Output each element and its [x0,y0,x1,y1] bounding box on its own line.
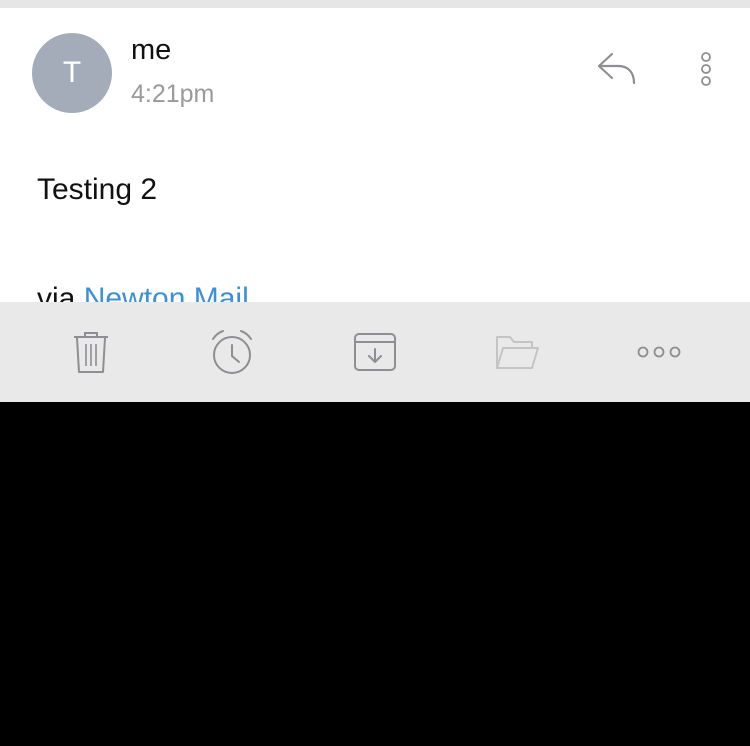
delete-button[interactable] [68,328,114,376]
more-horizontal-icon [637,346,681,358]
archive-button[interactable] [352,328,398,376]
snooze-button[interactable] [209,328,255,376]
toolbar-more-button[interactable] [636,328,682,376]
message-more-button[interactable] [695,50,717,90]
avatar[interactable]: T [32,33,112,113]
archive-icon [354,333,396,371]
sender-name[interactable]: me [131,34,171,67]
top-divider [0,0,750,8]
signature: via Newton Mail [37,282,249,302]
screen: T me 4:21pm Testing 2 via Newton Mail [0,0,750,746]
move-to-folder-button [494,328,540,376]
trash-icon [74,332,108,373]
alarm-clock-icon [212,330,252,374]
sent-time: 4:21pm [131,80,215,108]
message-body: Testing 2 [37,173,158,206]
reply-button[interactable] [594,50,638,86]
signature-prefix: via [37,282,84,302]
folder-icon [496,336,539,369]
bottom-toolbar [0,302,750,402]
more-vertical-icon [701,52,711,86]
message-card: T me 4:21pm Testing 2 via Newton Mail [0,8,750,302]
reply-icon [597,52,636,85]
blank-area [0,402,750,746]
newton-mail-link[interactable]: Newton Mail [84,282,249,302]
avatar-letter: T [62,56,82,89]
